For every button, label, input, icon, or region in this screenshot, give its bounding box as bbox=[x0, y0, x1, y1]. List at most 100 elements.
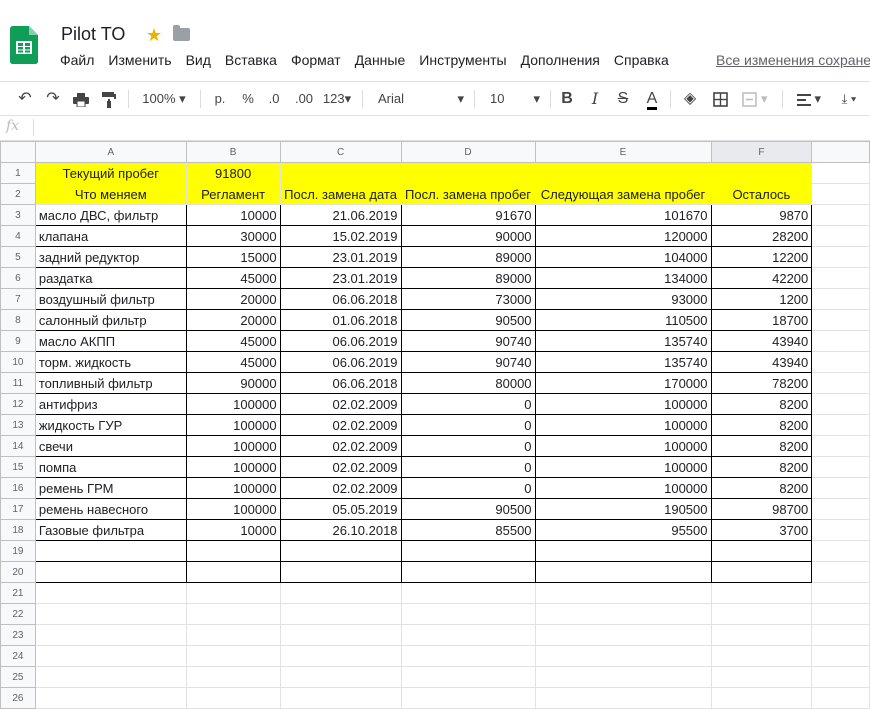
row-number[interactable]: 2 bbox=[0, 183, 36, 205]
cell[interactable]: 02.02.2009 bbox=[279, 414, 402, 436]
currency-format-button[interactable]: р. bbox=[208, 82, 232, 115]
cell[interactable] bbox=[811, 330, 870, 352]
row-number[interactable]: 7 bbox=[0, 288, 36, 310]
font-family-select[interactable]: Arial ▾ bbox=[370, 82, 466, 115]
cell[interactable]: масло ДВС, фильтр bbox=[34, 204, 187, 226]
cell[interactable]: 0 bbox=[400, 477, 536, 499]
cell[interactable]: 101670 bbox=[534, 204, 712, 226]
row-number[interactable]: 19 bbox=[0, 540, 36, 562]
cell[interactable] bbox=[400, 603, 536, 625]
cell[interactable] bbox=[534, 603, 712, 625]
cell[interactable]: 02.02.2009 bbox=[279, 435, 402, 457]
cell[interactable] bbox=[279, 666, 402, 688]
cell[interactable] bbox=[400, 666, 536, 688]
text-color-button[interactable]: A bbox=[640, 82, 664, 115]
cell[interactable]: 9870 bbox=[710, 204, 813, 226]
menu-file[interactable]: Файл bbox=[60, 52, 94, 68]
column-header-c[interactable]: C bbox=[279, 141, 402, 163]
row-number[interactable]: 23 bbox=[0, 624, 36, 646]
cell[interactable] bbox=[34, 666, 187, 688]
zoom-select[interactable]: 100% ▾ bbox=[138, 82, 190, 115]
cell[interactable] bbox=[811, 456, 870, 478]
row-number[interactable]: 15 bbox=[0, 456, 36, 478]
cell[interactable] bbox=[34, 561, 187, 583]
cell[interactable] bbox=[710, 687, 813, 709]
cell[interactable]: 100000 bbox=[534, 456, 712, 478]
cell[interactable]: помпа bbox=[34, 456, 187, 478]
row-number[interactable]: 26 bbox=[0, 687, 36, 709]
header-cell[interactable]: Посл. замена дата bbox=[279, 183, 402, 205]
cell[interactable]: 134000 bbox=[534, 267, 712, 289]
percent-format-button[interactable]: % bbox=[238, 82, 258, 115]
row-number[interactable]: 25 bbox=[0, 666, 36, 688]
cell[interactable] bbox=[279, 162, 402, 184]
merge-cells-icon[interactable]: ▾ bbox=[738, 82, 772, 115]
cell[interactable] bbox=[811, 561, 870, 583]
column-header-e[interactable]: E bbox=[534, 141, 712, 163]
cell[interactable]: 23.01.2019 bbox=[279, 267, 402, 289]
cell[interactable] bbox=[534, 540, 712, 562]
cell[interactable]: 8200 bbox=[710, 414, 813, 436]
row-number[interactable]: 13 bbox=[0, 414, 36, 436]
cell[interactable]: 170000 bbox=[534, 372, 712, 394]
row-number[interactable]: 11 bbox=[0, 372, 36, 394]
cell[interactable] bbox=[811, 498, 870, 520]
cell[interactable]: 98700 bbox=[710, 498, 813, 520]
cell[interactable] bbox=[34, 540, 187, 562]
cell[interactable] bbox=[811, 519, 870, 541]
cell[interactable] bbox=[534, 582, 712, 604]
cell[interactable] bbox=[811, 351, 870, 373]
cell[interactable] bbox=[185, 687, 281, 709]
cell[interactable] bbox=[811, 624, 870, 646]
cell[interactable]: клапана bbox=[34, 225, 187, 247]
cell[interactable]: 15000 bbox=[185, 246, 281, 268]
cell[interactable]: ремень навесного bbox=[34, 498, 187, 520]
cell[interactable] bbox=[534, 624, 712, 646]
header-cell[interactable]: Осталось bbox=[710, 183, 813, 205]
cell-current-mileage-value[interactable]: 91800 bbox=[185, 162, 281, 184]
cell[interactable] bbox=[710, 603, 813, 625]
cell[interactable] bbox=[279, 687, 402, 709]
cell[interactable]: свечи bbox=[34, 435, 187, 457]
column-header-f[interactable]: F bbox=[710, 141, 813, 163]
cell[interactable]: 100000 bbox=[534, 414, 712, 436]
row-number[interactable]: 21 bbox=[0, 582, 36, 604]
cell[interactable]: топливный фильтр bbox=[34, 372, 187, 394]
cell[interactable]: 20000 bbox=[185, 309, 281, 331]
cell[interactable]: 06.06.2019 bbox=[279, 330, 402, 352]
cell[interactable]: 42200 bbox=[710, 267, 813, 289]
cell[interactable] bbox=[710, 645, 813, 667]
borders-icon[interactable] bbox=[708, 82, 732, 115]
bold-button[interactable]: B bbox=[556, 82, 578, 115]
strikethrough-button[interactable]: S bbox=[612, 82, 634, 115]
cell[interactable]: 85500 bbox=[400, 519, 536, 541]
cell[interactable]: 120000 bbox=[534, 225, 712, 247]
cell[interactable] bbox=[811, 183, 870, 205]
cell[interactable]: 100000 bbox=[534, 477, 712, 499]
cell[interactable] bbox=[400, 561, 536, 583]
row-number[interactable]: 12 bbox=[0, 393, 36, 415]
cell[interactable]: 12200 bbox=[710, 246, 813, 268]
cell[interactable] bbox=[534, 687, 712, 709]
cell[interactable]: 26.10.2018 bbox=[279, 519, 402, 541]
cell[interactable]: 91670 bbox=[400, 204, 536, 226]
row-number[interactable]: 1 bbox=[0, 162, 36, 184]
row-number[interactable]: 18 bbox=[0, 519, 36, 541]
cell[interactable]: 104000 bbox=[534, 246, 712, 268]
cell[interactable]: жидкость ГУР bbox=[34, 414, 187, 436]
select-all-corner[interactable] bbox=[0, 141, 36, 163]
header-cell[interactable]: Регламент bbox=[185, 183, 281, 205]
cell[interactable] bbox=[811, 393, 870, 415]
cell[interactable] bbox=[811, 603, 870, 625]
cell[interactable] bbox=[811, 477, 870, 499]
column-header-g[interactable] bbox=[811, 141, 870, 163]
cell[interactable]: ремень ГРМ bbox=[34, 477, 187, 499]
cell[interactable] bbox=[34, 603, 187, 625]
cell[interactable]: 8200 bbox=[710, 456, 813, 478]
cell[interactable] bbox=[279, 561, 402, 583]
cell[interactable] bbox=[534, 666, 712, 688]
cell[interactable] bbox=[534, 162, 712, 184]
cell[interactable] bbox=[400, 162, 536, 184]
print-icon[interactable] bbox=[70, 82, 92, 115]
cell[interactable]: 89000 bbox=[400, 246, 536, 268]
